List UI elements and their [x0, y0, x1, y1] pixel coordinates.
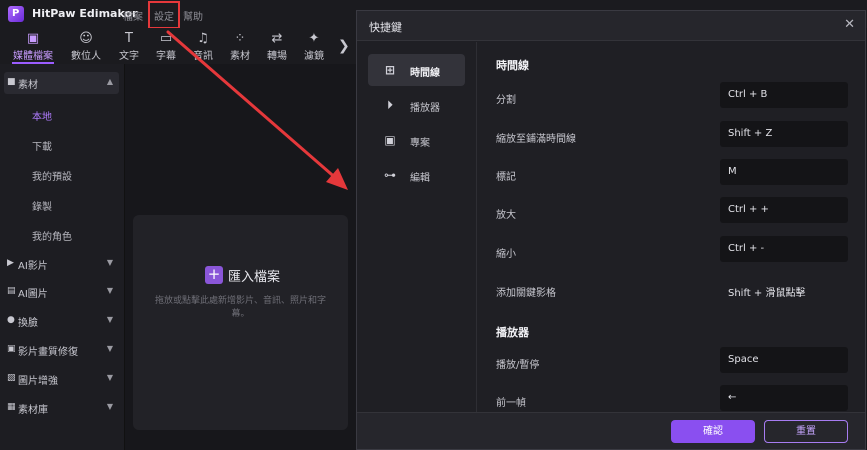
- chevron-down-icon: ▼: [106, 344, 113, 353]
- plus-icon: +: [205, 266, 223, 284]
- image-icon: ▤: [7, 286, 16, 296]
- menu-file[interactable]: 檔案: [123, 8, 143, 23]
- shortcut-label-zoom-out: 縮小: [496, 249, 516, 260]
- tab-avatar[interactable]: ☺ 數位人: [66, 28, 106, 64]
- reset-button[interactable]: 重置: [764, 420, 848, 443]
- group-title-player: 播放器: [496, 326, 529, 339]
- sidebar-item-recordings[interactable]: 錄製: [32, 198, 52, 213]
- sidebar-item-characters[interactable]: 我的角色: [32, 228, 72, 243]
- chevron-down-icon: ▼: [106, 402, 113, 411]
- sidebar-section-video-enhance[interactable]: ▣ 影片畫質修復 ▼: [4, 339, 119, 361]
- media-icon: ▣: [26, 31, 40, 46]
- face-icon: ●: [7, 315, 15, 325]
- close-icon[interactable]: ✕: [844, 17, 855, 32]
- elements-icon: ⁘: [234, 31, 246, 46]
- project-icon: ▣: [384, 133, 396, 147]
- tab-transition[interactable]: ⇄ 轉場: [261, 28, 293, 64]
- media-sidebar: ■ 素材 ▲ 本地 下載 我的預設 錄製 我的角色 ▶ AI影片 ▼ ▤ AI圖…: [0, 64, 125, 450]
- shortcut-key-zoom-fit[interactable]: Shift + Z: [720, 121, 848, 147]
- shortcut-key-add-keyframe: Shift + 滑鼠點擊: [728, 288, 806, 299]
- sidebar-section-material[interactable]: ■ 素材 ▲: [4, 72, 119, 94]
- sliders-icon: ⊶: [384, 168, 396, 182]
- confirm-button[interactable]: 確認: [671, 420, 755, 443]
- settings-highlight-box: [148, 1, 180, 29]
- folder-icon: ■: [7, 77, 16, 87]
- import-hint: 拖放或點擊此處新增影片、音訊、照片和字幕。: [154, 296, 326, 319]
- chevron-down-icon: ▼: [106, 315, 113, 324]
- tab-subtitle[interactable]: ▭ 字幕: [150, 28, 182, 64]
- nav-item-timeline[interactable]: ⊞ 時間線: [368, 54, 465, 86]
- enhance-video-icon: ▣: [7, 344, 16, 354]
- sidebar-section-ai-image[interactable]: ▤ AI圖片 ▼: [4, 281, 119, 303]
- timeline-icon: ⊞: [384, 63, 396, 77]
- nav-item-edit[interactable]: ⊶ 編輯: [368, 159, 465, 191]
- group-title-timeline: 時間線: [496, 59, 529, 72]
- filter-icon: ✦: [308, 31, 320, 46]
- tab-filter[interactable]: ✦ 濾鏡: [298, 28, 330, 64]
- shortcut-list: 時間線 分割 Ctrl + B 縮放至鋪滿時間線 Shift + Z 標記 M …: [478, 42, 865, 412]
- shortcut-key-play-pause[interactable]: Space: [720, 347, 848, 373]
- shortcut-label-zoom-in: 放大: [496, 210, 516, 221]
- shortcut-label-marker: 標記: [496, 172, 516, 183]
- chevron-up-icon: ▲: [106, 77, 113, 86]
- tab-elements[interactable]: ⁘ 素材: [224, 28, 256, 64]
- nav-item-project[interactable]: ▣ 專案: [368, 124, 465, 156]
- play-circle-icon: ⏵: [386, 98, 393, 112]
- sidebar-item-downloads[interactable]: 下載: [32, 138, 52, 153]
- shortcut-label-add-keyframe: 添加關鍵影格: [496, 288, 556, 299]
- shortcut-label-prev-frame: 前一幀: [496, 398, 526, 409]
- tab-text[interactable]: T 文字: [113, 28, 145, 64]
- shortcut-label-play-pause: 播放/暫停: [496, 360, 540, 371]
- sidebar-item-presets[interactable]: 我的預設: [32, 168, 72, 183]
- sidebar-section-face-swap[interactable]: ● 換臉 ▼: [4, 310, 119, 332]
- shortcut-key-zoom-in[interactable]: Ctrl + +: [720, 197, 848, 223]
- transition-icon: ⇄: [271, 31, 283, 46]
- chevron-down-icon: ▼: [106, 258, 113, 267]
- tab-media[interactable]: ▣ 媒體檔案: [8, 28, 58, 64]
- app-window: P HitPaw Edimakor 檔案 設定 幫助 ▣ 媒體檔案 ☺ 數位人 …: [0, 0, 867, 450]
- chevron-down-icon: ▼: [106, 373, 113, 382]
- text-icon: T: [125, 31, 133, 46]
- nav-item-player[interactable]: ⏵ 播放器: [368, 89, 465, 121]
- music-icon: ♫: [197, 31, 209, 46]
- shortcut-label-zoom-fit: 縮放至鋪滿時間線: [496, 134, 576, 145]
- toolbar-scroll-right-icon[interactable]: ❯: [338, 38, 350, 54]
- import-button[interactable]: + 匯入檔案: [205, 265, 280, 285]
- app-logo-icon: P: [8, 6, 24, 22]
- sidebar-section-library[interactable]: ▦ 素材庫 ▼: [4, 397, 119, 419]
- shortcut-label-split: 分割: [496, 95, 516, 106]
- avatar-icon: ☺: [79, 31, 93, 46]
- chevron-down-icon: ▼: [106, 286, 113, 295]
- shortcut-key-zoom-out[interactable]: Ctrl + -: [720, 236, 848, 262]
- sidebar-section-ai-video[interactable]: ▶ AI影片 ▼: [4, 253, 119, 275]
- media-toolbar: ▣ 媒體檔案 ☺ 數位人 T 文字 ▭ 字幕 ♫ 音訊 ⁘ 素材 ⇄ 轉場 ✦: [0, 28, 356, 64]
- dialog-nav: ⊞ 時間線 ⏵ 播放器 ▣ 專案 ⊶ 編輯: [357, 42, 477, 412]
- dialog-header: 快捷鍵 ✕: [357, 11, 865, 41]
- video-icon: ▶: [7, 258, 14, 268]
- subtitle-icon: ▭: [159, 31, 173, 46]
- menu-help[interactable]: 幫助: [183, 8, 203, 23]
- dialog-footer: 確認 重置: [357, 412, 865, 449]
- app-name: HitPaw Edimakor: [32, 7, 138, 20]
- shortcuts-dialog: 快捷鍵 ✕ ⊞ 時間線 ⏵ 播放器 ▣ 專案 ⊶ 編輯 時間線 分割 Ctrl …: [356, 10, 866, 450]
- library-icon: ▦: [7, 402, 16, 412]
- dialog-title: 快捷鍵: [369, 21, 402, 34]
- shortcut-key-prev-frame[interactable]: ←: [720, 385, 848, 411]
- sidebar-section-image-enhance[interactable]: ▨ 圖片增強 ▼: [4, 368, 119, 390]
- import-dropzone[interactable]: + 匯入檔案 拖放或點擊此處新增影片、音訊、照片和字幕。: [133, 215, 348, 430]
- sidebar-item-local[interactable]: 本地: [32, 108, 52, 123]
- enhance-image-icon: ▨: [7, 373, 16, 383]
- shortcut-key-split[interactable]: Ctrl + B: [720, 82, 848, 108]
- shortcut-key-marker[interactable]: M: [720, 159, 848, 185]
- tab-audio[interactable]: ♫ 音訊: [187, 28, 219, 64]
